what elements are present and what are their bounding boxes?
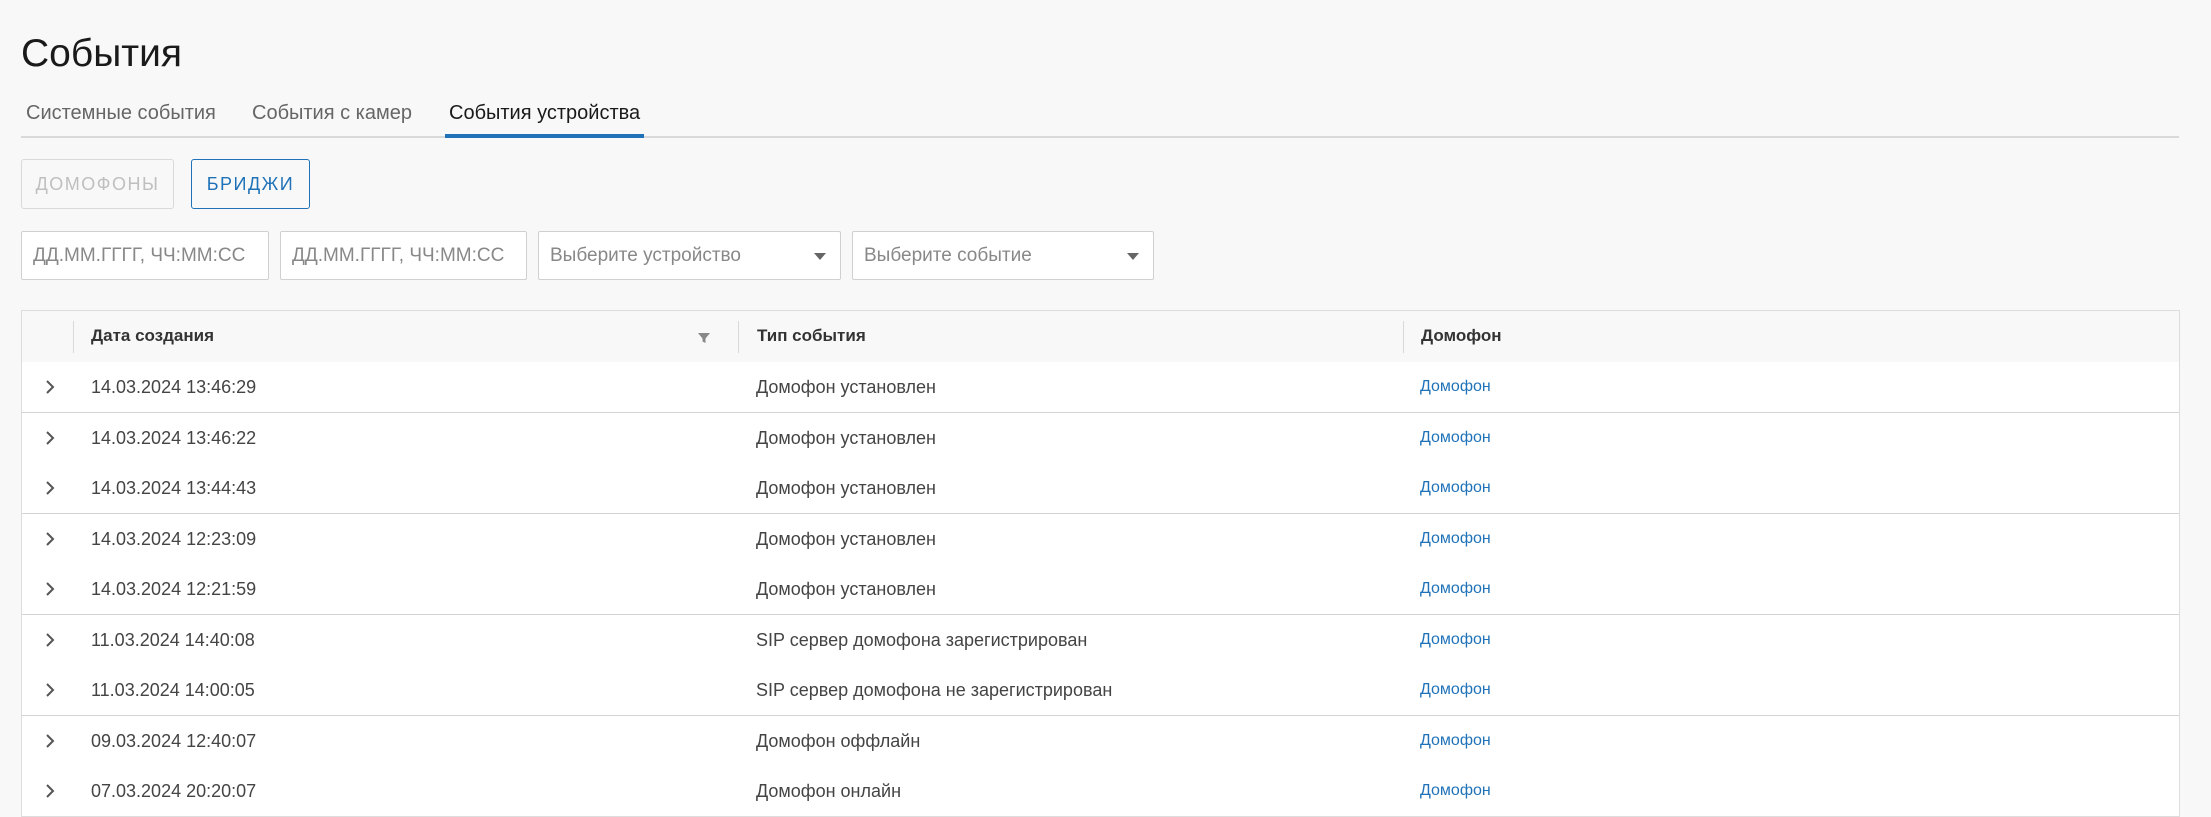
cell-event-type: Домофон установлен bbox=[756, 427, 936, 448]
intercom-link[interactable]: Домофон bbox=[1420, 766, 1491, 816]
date-from-input[interactable] bbox=[33, 244, 268, 267]
cell-event-type: Домофон установлен bbox=[756, 377, 936, 397]
intercom-link[interactable]: Домофон bbox=[1420, 413, 1491, 463]
chevron-right-icon[interactable] bbox=[40, 731, 60, 751]
table-row[interactable]: 11.03.2024 14:00:05 SIP сервер домофона н… bbox=[22, 665, 2179, 716]
cell-event-type: Домофон оффлайн bbox=[756, 730, 921, 751]
tab-bar: Системные события События с камер Событи… bbox=[21, 96, 2179, 138]
events-table: Дата создания Тип события Домофон 14.03.… bbox=[21, 310, 2180, 817]
cell-created: 11.03.2024 14:40:08 bbox=[91, 629, 255, 650]
chevron-right-icon[interactable] bbox=[40, 579, 60, 599]
intercom-link[interactable]: Домофон bbox=[1420, 514, 1491, 564]
cell-event-type: Домофон установлен bbox=[756, 528, 936, 549]
cell-created: 14.03.2024 13:46:29 bbox=[91, 377, 257, 397]
table-row[interactable]: 14.03.2024 13:44:43 Домофон установлен Дом… bbox=[22, 463, 2179, 514]
cell-created: 14.03.2024 12:21:59 bbox=[91, 579, 257, 599]
intercom-link[interactable]: Домофон bbox=[1420, 716, 1491, 766]
caret-down-icon bbox=[1127, 253, 1139, 260]
intercom-link[interactable]: Домофон bbox=[1420, 362, 1491, 412]
chevron-right-icon[interactable] bbox=[40, 428, 60, 448]
column-divider bbox=[738, 321, 739, 353]
cell-created: 14.03.2024 13:46:22 bbox=[91, 427, 257, 448]
date-from-field[interactable] bbox=[21, 231, 269, 280]
chevron-right-icon[interactable] bbox=[40, 680, 60, 700]
tab-camera-events[interactable]: События с камер bbox=[252, 96, 412, 136]
table-row[interactable]: 14.03.2024 13:46:29 Домофон установлен Дом… bbox=[22, 362, 2179, 413]
table-header: Дата создания Тип события Домофон bbox=[22, 311, 2179, 363]
intercom-link[interactable]: Домофон bbox=[1420, 564, 1491, 614]
event-select-placeholder: Выберите событие bbox=[864, 244, 1032, 266]
cell-event-type: Домофон установлен bbox=[756, 478, 936, 498]
device-select-placeholder: Выберите устройство bbox=[550, 244, 741, 266]
table-row[interactable]: 14.03.2024 12:21:59 Домофон установлен Дом… bbox=[22, 564, 2179, 615]
cell-created: 14.03.2024 12:23:09 bbox=[91, 528, 257, 549]
bridges-button[interactable]: Бриджи bbox=[191, 159, 310, 209]
cell-created: 07.03.2024 20:20:07 bbox=[91, 781, 257, 801]
date-to-input[interactable] bbox=[292, 244, 526, 267]
column-header-created[interactable]: Дата создания bbox=[91, 311, 214, 362]
events-page: События Системные события События с каме… bbox=[0, 0, 2211, 817]
page-title: События bbox=[21, 32, 182, 75]
cell-event-type: Домофон установлен bbox=[756, 579, 936, 599]
column-divider bbox=[1403, 321, 1404, 353]
chevron-right-icon[interactable] bbox=[40, 630, 60, 650]
table-row[interactable]: 14.03.2024 13:46:22 Домофон установлен Дом… bbox=[22, 412, 2179, 464]
cell-created: 09.03.2024 12:40:07 bbox=[91, 730, 257, 751]
intercom-link[interactable]: Домофон bbox=[1420, 665, 1491, 715]
chevron-right-icon[interactable] bbox=[40, 478, 60, 498]
intercoms-button[interactable]: Домофоны bbox=[21, 159, 174, 209]
table-row[interactable]: 09.03.2024 12:40:07 Домофон оффлайн Домофо… bbox=[22, 715, 2179, 767]
cell-event-type: SIP сервер домофона не зарегистрирован bbox=[756, 680, 1113, 700]
event-select[interactable]: Выберите событие bbox=[852, 231, 1154, 280]
tab-device-events[interactable]: События устройства bbox=[445, 96, 645, 138]
cell-created: 14.03.2024 13:44:43 bbox=[91, 478, 257, 498]
caret-down-icon bbox=[814, 253, 826, 260]
column-divider bbox=[73, 321, 74, 353]
table-row[interactable]: 11.03.2024 14:40:08 SIP сервер домофона з… bbox=[22, 614, 2179, 666]
device-select[interactable]: Выберите устройство bbox=[538, 231, 841, 280]
cell-event-type: Домофон онлайн bbox=[756, 781, 902, 801]
intercom-link[interactable]: Домофон bbox=[1420, 463, 1491, 513]
date-to-field[interactable] bbox=[280, 231, 527, 280]
cell-created: 11.03.2024 14:00:05 bbox=[91, 680, 255, 700]
cell-event-type: SIP сервер домофона зарегистрирован bbox=[756, 629, 1088, 650]
filter-icon[interactable] bbox=[697, 331, 711, 345]
chevron-right-icon[interactable] bbox=[40, 377, 60, 397]
intercom-link[interactable]: Домофон bbox=[1420, 615, 1491, 665]
tab-system-events[interactable]: Системные события bbox=[26, 96, 216, 136]
table-row[interactable]: 07.03.2024 20:20:07 Домофон онлайн Домофон bbox=[22, 766, 2179, 816]
column-header-event-type[interactable]: Тип события bbox=[757, 311, 866, 362]
chevron-right-icon[interactable] bbox=[40, 529, 60, 549]
table-row[interactable]: 14.03.2024 12:23:09 Домофон установлен Дом… bbox=[22, 513, 2179, 565]
chevron-right-icon[interactable] bbox=[40, 781, 60, 801]
column-header-intercom[interactable]: Домофон bbox=[1421, 311, 1502, 362]
